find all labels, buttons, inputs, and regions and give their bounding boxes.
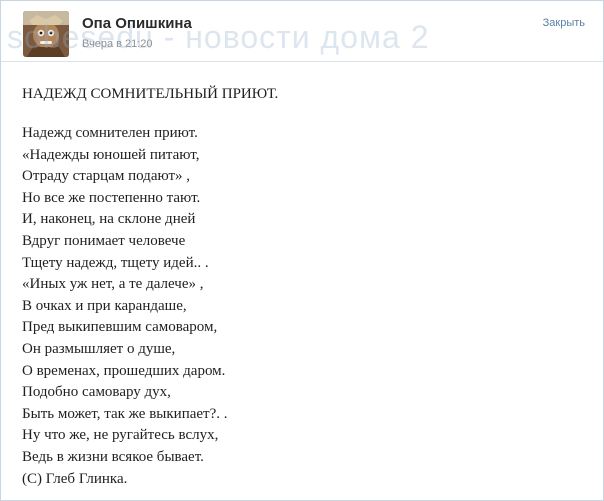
poem-line: Ну что же, не ругайтесь вслух, [22, 427, 219, 444]
poem-line: Но все же постепенно тают. [22, 189, 201, 206]
avatar-photo-icon [23, 11, 69, 57]
poem-line: «Иных уж нет, а те далече» , [22, 276, 204, 293]
post-window: Опа Опишкина Вчера в 21:20 Закрыть sobes… [0, 0, 604, 501]
poem-line: Отраду старцам подают» , [22, 168, 191, 185]
post-header: Опа Опишкина Вчера в 21:20 Закрыть sobes… [1, 1, 603, 62]
poem-line: И, наконец, на склоне дней [22, 211, 196, 228]
poem-line: Он размышляет о душе, [22, 340, 176, 357]
poem-line: Пред выкипевшим самоваром, [22, 319, 218, 336]
poem-lines: Надежд сомнителен приют. «Надежды юношей… [22, 123, 582, 490]
poem-signature: (С) Глеб Глинка. [22, 470, 128, 487]
poem-line: Надежд сомнителен приют. [22, 125, 198, 141]
poem-title: НАДЕЖД СОМНИТЕЛЬНЫЙ ПРИЮТ. [22, 86, 279, 102]
poem-line: Быть может, так же выкипает?. . [22, 405, 228, 422]
avatar[interactable] [23, 11, 69, 57]
poem-line: О временах, прошедших даром. [22, 362, 226, 379]
post-content: НАДЕЖД СОМНИТЕЛЬНЫЙ ПРИЮТ. Надежд сомнит… [22, 85, 582, 490]
post-time: Вчера в 21:20 [82, 38, 153, 50]
close-link[interactable]: Закрыть [543, 17, 585, 29]
watermark: sobesedu - новости дома 2 [7, 19, 430, 55]
poem-line: Вдруг понимает человече [22, 232, 186, 249]
poem-line: Подобно самовару дух, [22, 384, 171, 401]
poem-line: Ведь в жизни всякое бывает. [22, 448, 204, 465]
poem-line: «Надежды юношей питают, [22, 146, 200, 163]
poem-line: Тщету надежд, тщету идей.. . [22, 254, 209, 271]
author-name[interactable]: Опа Опишкина [82, 15, 192, 32]
poem-line: В очках и при карандаше, [22, 297, 187, 314]
